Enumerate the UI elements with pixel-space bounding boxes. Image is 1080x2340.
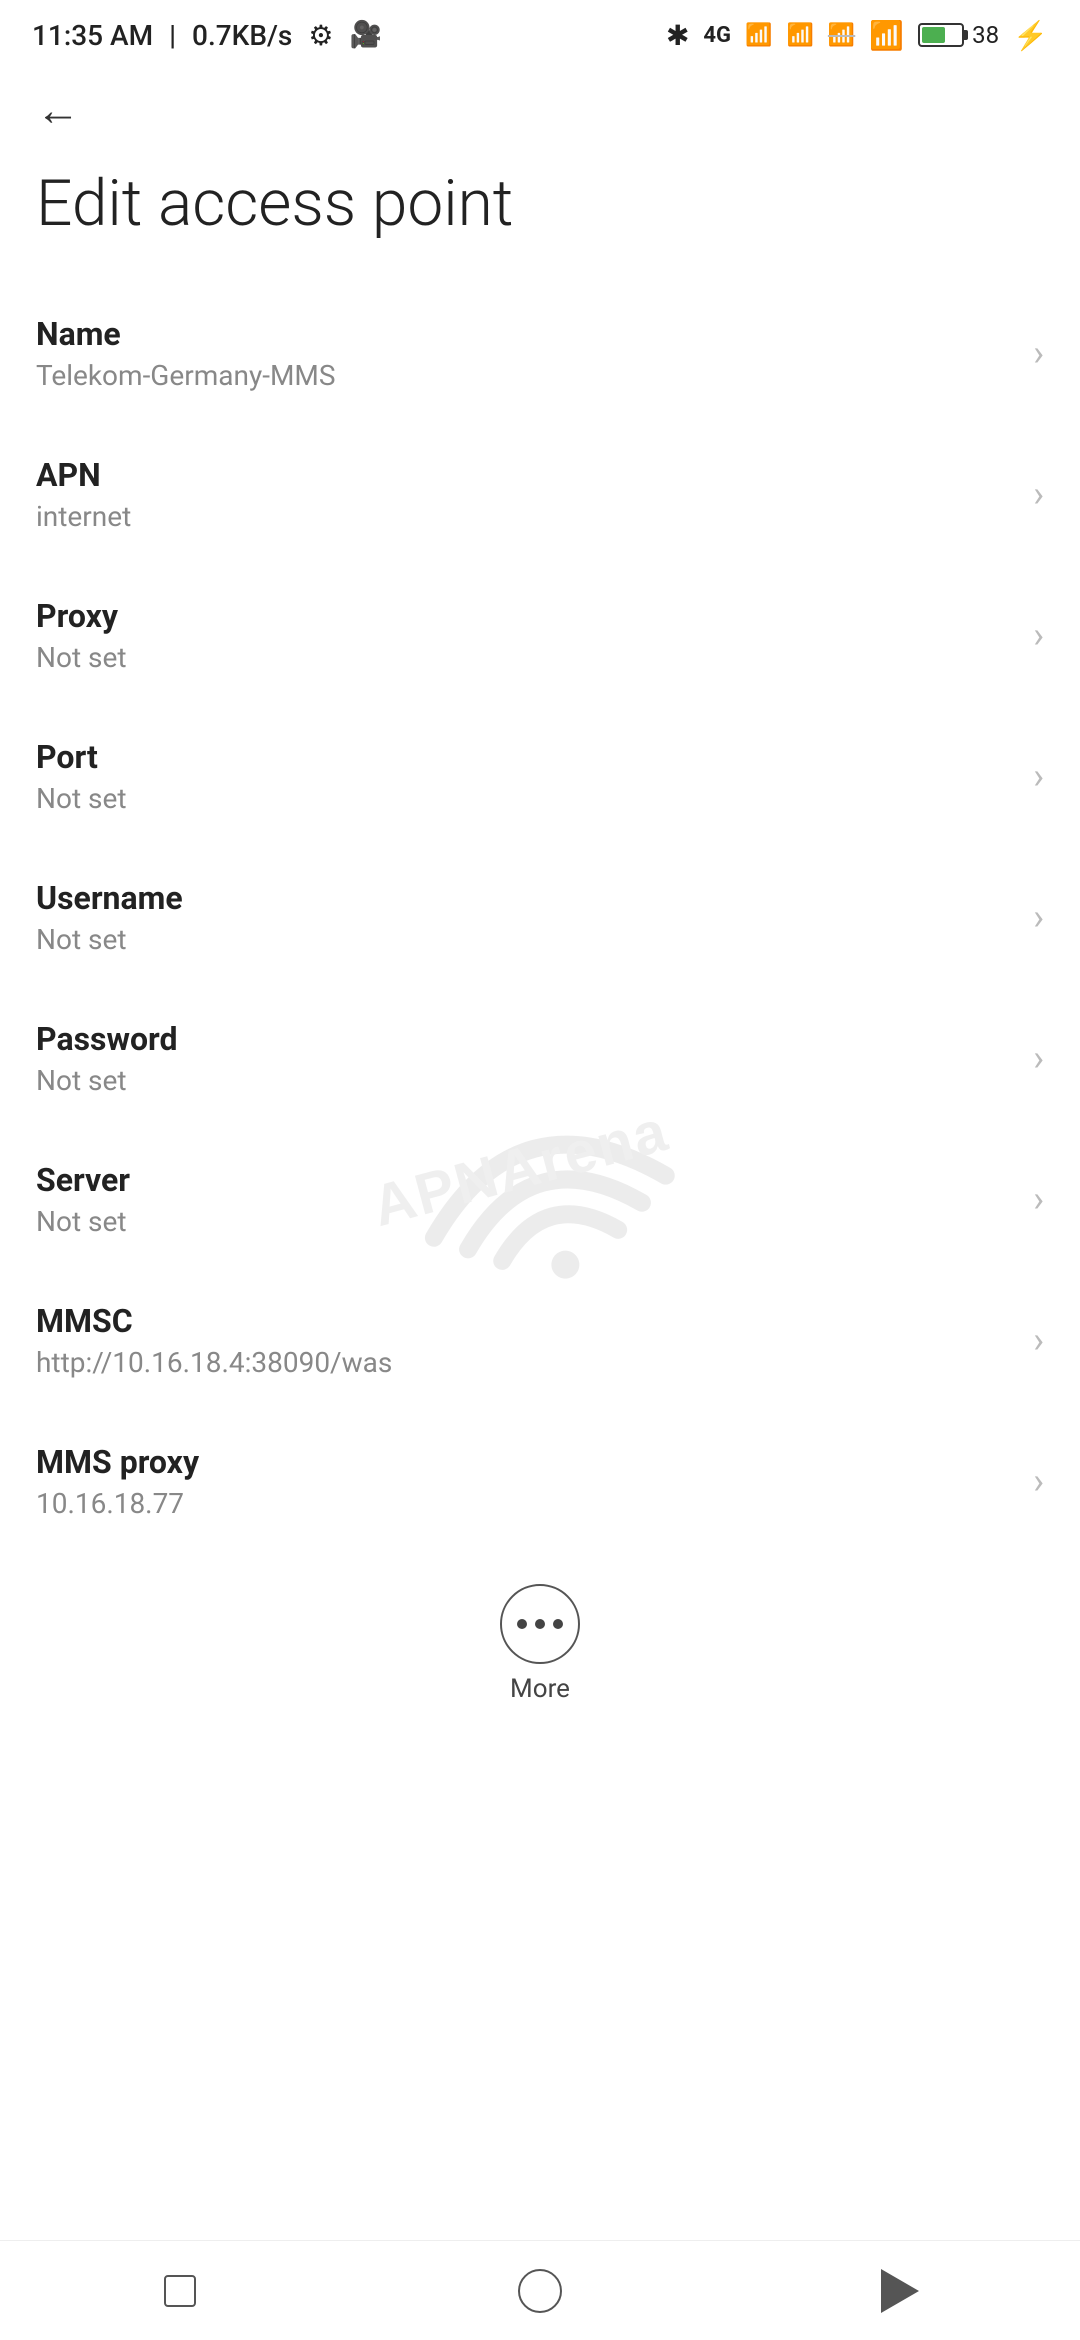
status-separator: |	[169, 19, 176, 52]
settings-list: Name Telekom-Germany-MMS › APN internet …	[0, 283, 1080, 1552]
nav-back-button[interactable]	[860, 2251, 940, 2331]
settings-item-server[interactable]: Server Not set ›	[0, 1129, 1080, 1270]
settings-label-port: Port	[36, 738, 1013, 776]
nav-recents-button[interactable]	[140, 2251, 220, 2331]
settings-label-server: Server	[36, 1161, 1013, 1199]
chevron-right-icon: ›	[1033, 755, 1044, 797]
settings-item-proxy[interactable]: Proxy Not set ›	[0, 565, 1080, 706]
settings-item-port[interactable]: Port Not set ›	[0, 706, 1080, 847]
settings-value-password: Not set	[36, 1064, 1013, 1097]
settings-label-password: Password	[36, 1020, 1013, 1058]
chevron-right-icon: ›	[1033, 1037, 1044, 1079]
status-right: ✱ 4G 📶 📶 📶 📶 38 ⚡	[666, 19, 1048, 52]
back-arrow-icon: ←	[36, 84, 80, 136]
battery-percent: 38	[972, 21, 999, 49]
settings-label-name: Name	[36, 315, 1013, 353]
more-dots-icon	[517, 1619, 563, 1629]
signal-bars-icon: 📶	[745, 23, 772, 48]
settings-item-apn[interactable]: APN internet ›	[0, 424, 1080, 565]
recents-square-icon	[164, 2275, 196, 2307]
signal-bars2-icon: 📶	[786, 23, 813, 48]
chevron-right-icon: ›	[1033, 1460, 1044, 1502]
chevron-right-icon: ›	[1033, 614, 1044, 656]
status-network-speed: 0.7KB/s	[192, 19, 292, 52]
settings-value-server: Not set	[36, 1205, 1013, 1238]
settings-value-apn: internet	[36, 500, 1013, 533]
status-left: 11:35 AM | 0.7KB/s ⚙ 🎥	[32, 19, 382, 52]
settings-label-mmsc: MMSC	[36, 1302, 1013, 1340]
settings-item-username[interactable]: Username Not set ›	[0, 847, 1080, 988]
back-triangle-icon	[881, 2269, 919, 2313]
bluetooth-icon: ✱	[666, 19, 689, 52]
page-title: Edit access point	[0, 150, 1080, 283]
chevron-right-icon: ›	[1033, 473, 1044, 515]
settings-item-name[interactable]: Name Telekom-Germany-MMS ›	[0, 283, 1080, 424]
status-bar: 11:35 AM | 0.7KB/s ⚙ 🎥 ✱ 4G 📶 📶 📶 📶 38 ⚡	[0, 0, 1080, 70]
wifi-icon: 📶	[869, 19, 904, 52]
settings-value-proxy: Not set	[36, 641, 1013, 674]
more-section: More	[0, 1560, 1080, 1720]
chevron-right-icon: ›	[1033, 332, 1044, 374]
charging-icon: ⚡	[1013, 19, 1048, 52]
bottom-nav	[0, 2240, 1080, 2340]
settings-value-mmsc: http://10.16.18.4:38090/was	[36, 1346, 1013, 1379]
settings-item-mms-proxy[interactable]: MMS proxy 10.16.18.77 ›	[0, 1411, 1080, 1552]
settings-value-port: Not set	[36, 782, 1013, 815]
more-button[interactable]	[500, 1584, 580, 1664]
no-signal-icon: 📶	[828, 23, 855, 48]
settings-status-icon: ⚙	[308, 19, 333, 52]
settings-value-username: Not set	[36, 923, 1013, 956]
toolbar: ←	[0, 70, 1080, 150]
settings-item-password[interactable]: Password Not set ›	[0, 988, 1080, 1129]
nav-home-button[interactable]	[500, 2251, 580, 2331]
back-button[interactable]: ←	[28, 80, 88, 140]
settings-value-name: Telekom-Germany-MMS	[36, 359, 1013, 392]
network-4g-icon: 4G	[703, 23, 731, 48]
chevron-right-icon: ›	[1033, 896, 1044, 938]
settings-label-mms-proxy: MMS proxy	[36, 1443, 1013, 1481]
settings-item-mmsc[interactable]: MMSC http://10.16.18.4:38090/was ›	[0, 1270, 1080, 1411]
status-time: 11:35 AM	[32, 19, 153, 52]
battery-indicator: 38	[918, 21, 999, 49]
settings-label-apn: APN	[36, 456, 1013, 494]
settings-label-username: Username	[36, 879, 1013, 917]
settings-label-proxy: Proxy	[36, 597, 1013, 635]
chevron-right-icon: ›	[1033, 1178, 1044, 1220]
chevron-right-icon: ›	[1033, 1319, 1044, 1361]
camera-status-icon: 🎥	[349, 20, 381, 50]
more-label: More	[510, 1674, 570, 1704]
home-circle-icon	[518, 2269, 562, 2313]
settings-value-mms-proxy: 10.16.18.77	[36, 1487, 1013, 1520]
